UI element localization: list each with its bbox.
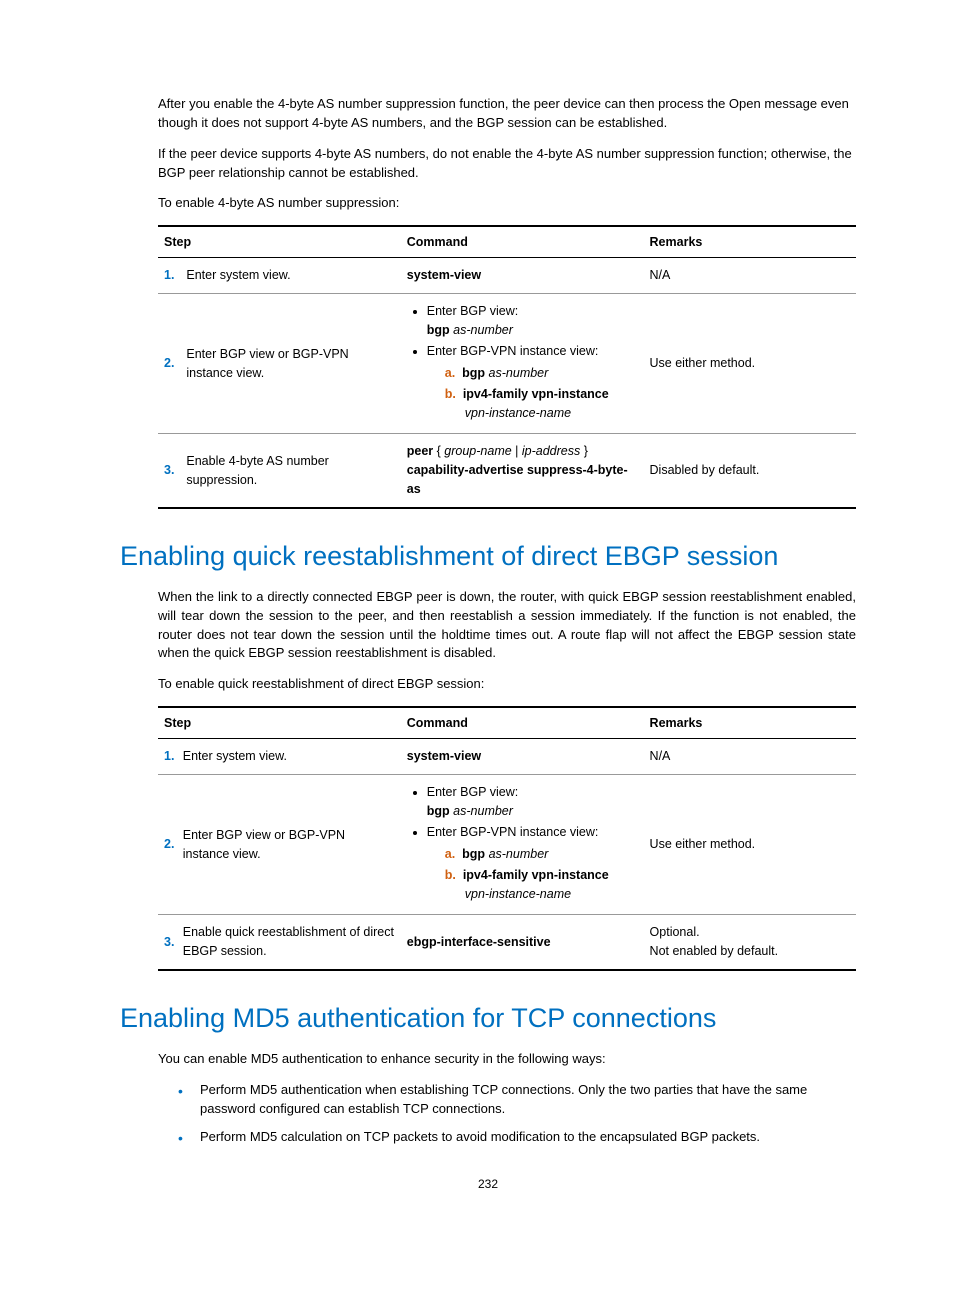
document-page: After you enable the 4-byte AS number su… [0, 0, 954, 1231]
table-row: 2. Enter BGP view or BGP-VPN instance vi… [158, 293, 856, 434]
text: Enter BGP view: [427, 304, 518, 318]
list-item: Enter BGP-VPN instance view: a. bgp as-n… [427, 342, 638, 422]
command-list: Enter BGP view: bgp as-number Enter BGP-… [407, 783, 638, 904]
paragraph: You can enable MD5 authentication to enh… [158, 1050, 856, 1069]
text: Optional. [650, 925, 700, 939]
step-desc: Enter system view. [180, 258, 400, 294]
text: Not enabled by default. [650, 944, 779, 958]
th-step: Step [158, 226, 401, 258]
sub-list: a. bgp as-number b. ipv4-family vpn-inst… [427, 845, 638, 903]
list-item: a. bgp as-number [445, 845, 638, 864]
step-number: 2. [158, 774, 177, 915]
section-body: You can enable MD5 authentication to enh… [158, 1050, 856, 1069]
list-item: Enter BGP-VPN instance view: a. bgp as-n… [427, 823, 638, 903]
list-item: Enter BGP view: bgp as-number [427, 783, 638, 821]
cmd: capability-advertise suppress-4-byte-as [407, 463, 628, 496]
bullet-list: Perform MD5 authentication when establis… [120, 1081, 856, 1148]
remarks-cell: N/A [644, 258, 856, 294]
command-text: ebgp-interface-sensitive [407, 935, 551, 949]
th-remarks: Remarks [644, 707, 856, 739]
command-cell: Enter BGP view: bgp as-number Enter BGP-… [401, 293, 644, 434]
step-desc: Enable quick reestablishment of direct E… [177, 915, 401, 970]
list-item: Perform MD5 calculation on TCP packets t… [178, 1128, 856, 1147]
list-item: Perform MD5 authentication when establis… [178, 1081, 856, 1119]
step-number: 3. [158, 915, 177, 970]
sub-list: a. bgp as-number b. ipv4-family vpn-inst… [427, 364, 638, 422]
paragraph: When the link to a directly connected EB… [158, 588, 856, 663]
command-cell: system-view [401, 739, 644, 775]
step-number: 3. [158, 434, 180, 508]
paragraph: To enable 4-byte AS number suppression: [158, 194, 856, 213]
step-desc: Enter BGP view or BGP-VPN instance view. [180, 293, 400, 434]
arg: as-number [453, 323, 513, 337]
command-text: system-view [407, 749, 481, 763]
arg: vpn-instance-name [445, 406, 571, 420]
list-item: a. bgp as-number [445, 364, 638, 383]
section-heading-ebgp: Enabling quick reestablishment of direct… [120, 539, 856, 574]
cmd: ipv4-family vpn-instance [463, 387, 609, 401]
command-cell: ebgp-interface-sensitive [401, 915, 644, 970]
list-item: b. ipv4-family vpn-instance vpn-instance-… [445, 385, 638, 423]
label: a. [445, 847, 455, 861]
intro-block: After you enable the 4-byte AS number su… [158, 95, 856, 213]
step-desc: Enter system view. [177, 739, 401, 775]
cmd: peer [407, 444, 433, 458]
remarks-cell: Use either method. [644, 293, 856, 434]
remarks-cell: N/A [644, 739, 856, 775]
suppression-table: Step Command Remarks 1. Enter system vie… [158, 225, 856, 509]
arg: vpn-instance-name [445, 887, 571, 901]
arg: group-name [444, 444, 511, 458]
remarks-cell: Use either method. [644, 774, 856, 915]
text: Enter BGP view: [427, 785, 518, 799]
table-row: 1. Enter system view. system-view N/A [158, 258, 856, 294]
cmd: bgp [427, 323, 450, 337]
section-body: When the link to a directly connected EB… [158, 588, 856, 694]
list-item: Enter BGP view: bgp as-number [427, 302, 638, 340]
command-list: Enter BGP view: bgp as-number Enter BGP-… [407, 302, 638, 423]
table-row: 2. Enter BGP view or BGP-VPN instance vi… [158, 774, 856, 915]
command-cell: peer { group-name | ip-address } capabil… [401, 434, 644, 508]
paragraph: After you enable the 4-byte AS number su… [158, 95, 856, 133]
label: b. [445, 387, 456, 401]
arg: as-number [453, 804, 513, 818]
arg: as-number [489, 847, 549, 861]
section-heading-md5: Enabling MD5 authentication for TCP conn… [120, 1001, 856, 1036]
cmd: bgp [462, 847, 485, 861]
list-item: b. ipv4-family vpn-instance vpn-instance-… [445, 866, 638, 904]
remarks-cell: Optional. Not enabled by default. [644, 915, 856, 970]
cmd: bgp [427, 804, 450, 818]
page-number: 232 [120, 1177, 856, 1191]
command-cell: system-view [401, 258, 644, 294]
label: a. [445, 366, 455, 380]
table-row: 1. Enter system view. system-view N/A [158, 739, 856, 775]
step-number: 1. [158, 258, 180, 294]
arg: as-number [489, 366, 549, 380]
command-cell: Enter BGP view: bgp as-number Enter BGP-… [401, 774, 644, 915]
step-desc: Enable 4-byte AS number suppression. [180, 434, 400, 508]
paragraph: If the peer device supports 4-byte AS nu… [158, 145, 856, 183]
paragraph: To enable quick reestablishment of direc… [158, 675, 856, 694]
th-step: Step [158, 707, 401, 739]
cmd: bgp [462, 366, 485, 380]
table-wrapper: Step Command Remarks 1. Enter system vie… [158, 706, 856, 971]
table-header-row: Step Command Remarks [158, 707, 856, 739]
th-remarks: Remarks [644, 226, 856, 258]
command-text: system-view [407, 268, 481, 282]
step-number: 1. [158, 739, 177, 775]
ebgp-table: Step Command Remarks 1. Enter system vie… [158, 706, 856, 971]
table-header-row: Step Command Remarks [158, 226, 856, 258]
arg: ip-address [522, 444, 580, 458]
label: b. [445, 868, 456, 882]
text: Enter BGP-VPN instance view: [427, 825, 599, 839]
cmd: ipv4-family vpn-instance [463, 868, 609, 882]
table-wrapper: Step Command Remarks 1. Enter system vie… [158, 225, 856, 509]
remarks-cell: Disabled by default. [644, 434, 856, 508]
text: Enter BGP-VPN instance view: [427, 344, 599, 358]
th-command: Command [401, 707, 644, 739]
step-number: 2. [158, 293, 180, 434]
table-row: 3. Enable 4-byte AS number suppression. … [158, 434, 856, 508]
th-command: Command [401, 226, 644, 258]
step-desc: Enter BGP view or BGP-VPN instance view. [177, 774, 401, 915]
table-row: 3. Enable quick reestablishment of direc… [158, 915, 856, 970]
